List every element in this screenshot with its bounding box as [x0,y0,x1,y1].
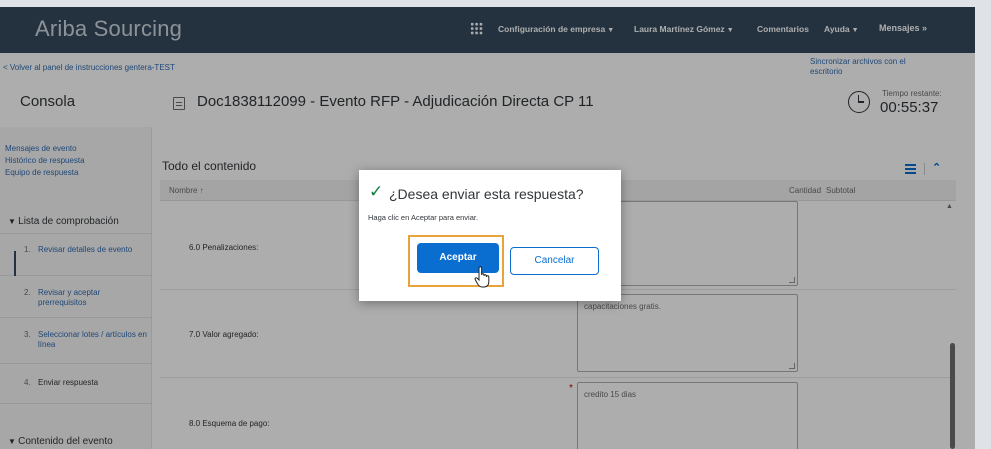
dialog-title: ¿Desea enviar esta respuesta? [389,186,584,202]
hand-cursor-icon [474,266,490,288]
app-window: Ariba Sourcing Configuración de empresa ▼… [0,7,975,449]
check-icon: ✓ [369,182,384,201]
dialog-message: Haga clic en Aceptar para enviar. [368,213,479,222]
cancel-button[interactable]: Cancelar [510,247,599,275]
